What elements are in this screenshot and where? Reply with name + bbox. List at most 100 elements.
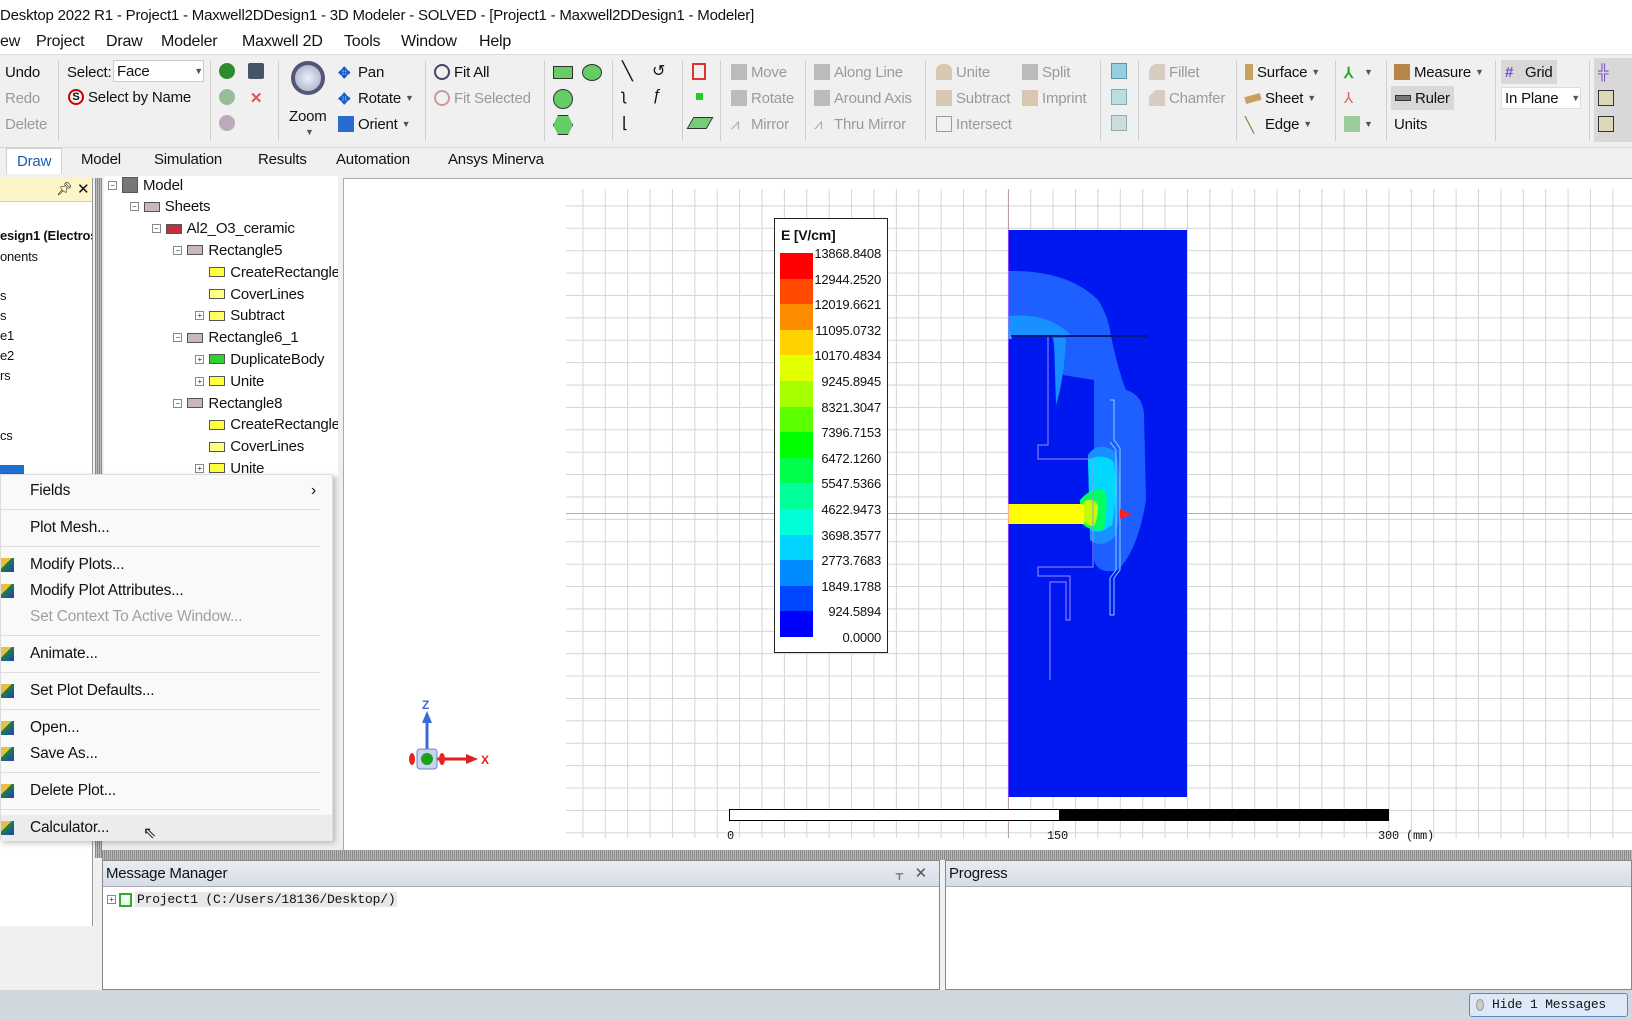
select-mode-dropdown[interactable]: Face ▼ bbox=[113, 60, 204, 82]
snap-vertex-icon[interactable] bbox=[1598, 90, 1614, 106]
expand-icon[interactable]: + bbox=[195, 376, 205, 386]
hide-selected-icon[interactable] bbox=[219, 115, 235, 131]
tree-item[interactable]: − Sheets bbox=[129, 196, 210, 218]
subtract-button[interactable]: Subtract bbox=[936, 87, 1010, 109]
move-button[interactable]: Move bbox=[731, 61, 787, 83]
tree-item[interactable]: − Rectangle8 bbox=[173, 392, 282, 414]
thru-mirror-button[interactable]: ⩘ Thru Mirror bbox=[814, 113, 906, 135]
tree-item[interactable]: CoverLines bbox=[195, 283, 304, 305]
tree-item[interactable]: − Al2_O3_ceramic bbox=[151, 218, 295, 240]
mirror-button[interactable]: ⩘ Mirror bbox=[731, 113, 789, 135]
horizontal-splitter[interactable] bbox=[102, 850, 1632, 860]
project-tree-item[interactable]: rs bbox=[0, 368, 11, 383]
sweep-around-axis-icon[interactable] bbox=[1111, 89, 1127, 105]
show-all-icon[interactable] bbox=[248, 63, 264, 79]
menu-item-set-context-to-active-window[interactable]: Set Context To Active Window... bbox=[1, 604, 332, 630]
chevron-down-icon[interactable]: ▼ bbox=[305, 127, 314, 137]
menu-item-animate[interactable]: Animate... bbox=[1, 641, 332, 667]
split-button[interactable]: Split bbox=[1022, 61, 1070, 83]
snap-grid-icon[interactable]: ╬ bbox=[1598, 64, 1614, 81]
tab-simulation[interactable]: Simulation bbox=[154, 151, 222, 168]
hide-messages-button[interactable]: Hide 1 Messages bbox=[1469, 993, 1628, 1017]
menu-item-plot-mesh[interactable]: Plot Mesh... bbox=[1, 515, 332, 541]
project-tree-design[interactable]: esign1 (Electros bbox=[0, 228, 92, 243]
orient-button[interactable]: Orient ▼ bbox=[338, 113, 411, 135]
tree-item[interactable]: CreateRectangle bbox=[195, 261, 338, 283]
undo-button[interactable]: Undo bbox=[5, 61, 40, 83]
delete-button[interactable]: Delete bbox=[5, 113, 47, 135]
menu-tools[interactable]: Tools bbox=[344, 33, 381, 51]
tree-item[interactable]: − Model bbox=[108, 176, 183, 196]
collapse-icon[interactable]: − bbox=[173, 245, 183, 255]
draw-plane-icon[interactable] bbox=[686, 117, 714, 129]
rotate-view-button[interactable]: ✥ Rotate ▼ bbox=[338, 87, 414, 109]
tree-item[interactable]: CreateRectangle bbox=[195, 414, 338, 436]
hide-all-icon[interactable]: ✕ bbox=[248, 89, 264, 107]
tree-item[interactable]: + Unite bbox=[195, 370, 264, 392]
expand-icon[interactable]: + bbox=[195, 354, 205, 364]
fillet-button[interactable]: Fillet bbox=[1149, 61, 1200, 83]
ruler-toggle[interactable]: Ruler bbox=[1391, 86, 1454, 110]
tab-automation[interactable]: Automation bbox=[336, 151, 410, 168]
tab-results[interactable]: Results bbox=[258, 151, 307, 168]
collapse-icon[interactable]: − bbox=[173, 333, 183, 343]
fit-selected-button[interactable]: Fit Selected bbox=[434, 87, 531, 109]
close-icon[interactable]: ✕ bbox=[77, 180, 90, 198]
collapse-icon[interactable]: − bbox=[108, 180, 117, 190]
message-row[interactable]: + Project1 (C:/Users/18136/Desktop/) bbox=[103, 887, 939, 912]
draw-box-icon[interactable] bbox=[692, 63, 706, 80]
show-icon[interactable] bbox=[219, 63, 235, 79]
close-icon[interactable]: ✕ bbox=[915, 861, 928, 887]
unite-button[interactable]: Unite bbox=[936, 61, 990, 83]
imprint-button[interactable]: Imprint bbox=[1022, 87, 1087, 109]
draw-line-icon[interactable]: ╲ bbox=[622, 61, 633, 82]
menu-help[interactable]: Help bbox=[479, 33, 511, 51]
pin-icon[interactable]: 📌︎ bbox=[56, 181, 73, 197]
tree-item[interactable]: + DuplicateBody bbox=[195, 348, 325, 370]
measure-button[interactable]: Measure ▼ bbox=[1394, 61, 1484, 83]
menu-project[interactable]: Project bbox=[36, 33, 85, 51]
project-tree-item[interactable]: onents bbox=[0, 249, 38, 264]
fit-all-button[interactable]: Fit All bbox=[434, 61, 489, 83]
pan-button[interactable]: ✥ Pan bbox=[338, 61, 384, 83]
project-tree-item[interactable]: s bbox=[0, 308, 7, 323]
menu-view[interactable]: ew bbox=[0, 33, 20, 51]
tab-draw[interactable]: Draw bbox=[6, 148, 63, 174]
tree-item[interactable]: − Rectangle5 bbox=[173, 239, 282, 261]
draw-point-icon[interactable] bbox=[696, 93, 703, 100]
tab-model[interactable]: Model bbox=[81, 151, 121, 168]
around-axis-button[interactable]: Around Axis bbox=[814, 87, 912, 109]
draw-polyline-icon[interactable]: ⌊ bbox=[622, 113, 628, 133]
draw-arc-icon[interactable]: ↺ bbox=[652, 61, 665, 81]
grid-toggle[interactable]: # Grid bbox=[1501, 60, 1557, 84]
modeler-viewport[interactable]: E [V/cm] 13868.8408 12944.2520 12019.6621 1… bbox=[343, 178, 1632, 850]
object-cs-button[interactable]: ▼ bbox=[1344, 113, 1373, 135]
tree-item[interactable]: − Rectangle6_1 bbox=[173, 327, 299, 349]
zoom-icon[interactable] bbox=[291, 61, 325, 95]
intersect-button[interactable]: Intersect bbox=[936, 113, 1012, 135]
menu-item-set-plot-defaults[interactable]: Set Plot Defaults... bbox=[1, 678, 332, 704]
expand-icon[interactable]: + bbox=[195, 463, 205, 473]
tree-item[interactable]: + Subtract bbox=[195, 305, 285, 327]
menu-item-fields[interactable]: Fields › bbox=[1, 478, 332, 504]
draw-equation-curve-icon[interactable]: ƒ bbox=[652, 87, 661, 105]
menu-item-save-as[interactable]: Save As... bbox=[1, 741, 332, 767]
menu-maxwell2d[interactable]: Maxwell 2D bbox=[242, 33, 323, 51]
draw-spline-icon[interactable]: ʅ bbox=[622, 87, 626, 105]
redo-button[interactable]: Redo bbox=[5, 87, 40, 109]
project-tree-item[interactable]: e2 bbox=[0, 348, 14, 363]
surface-button[interactable]: Surface ▼ bbox=[1245, 61, 1320, 83]
draw-rectangle-icon[interactable] bbox=[553, 66, 573, 79]
menu-item-open[interactable]: Open... bbox=[1, 715, 332, 741]
collapse-icon[interactable]: − bbox=[173, 398, 183, 408]
snap-edge-icon[interactable] bbox=[1598, 116, 1614, 132]
coordinate-system-button[interactable]: ⅄ ▼ bbox=[1344, 61, 1373, 83]
chamfer-button[interactable]: Chamfer bbox=[1149, 87, 1225, 109]
sweep-icon[interactable] bbox=[1111, 63, 1127, 79]
menu-item-calculator[interactable]: Calculator... ⇖ bbox=[1, 815, 332, 842]
rotate-object-button[interactable]: Rotate bbox=[731, 87, 794, 109]
collapse-icon[interactable]: − bbox=[151, 224, 161, 234]
sheet-button[interactable]: Sheet ▼ bbox=[1244, 87, 1316, 109]
select-by-name-button[interactable]: S Select by Name bbox=[68, 86, 191, 108]
tab-ansys-minerva[interactable]: Ansys Minerva bbox=[448, 151, 544, 168]
